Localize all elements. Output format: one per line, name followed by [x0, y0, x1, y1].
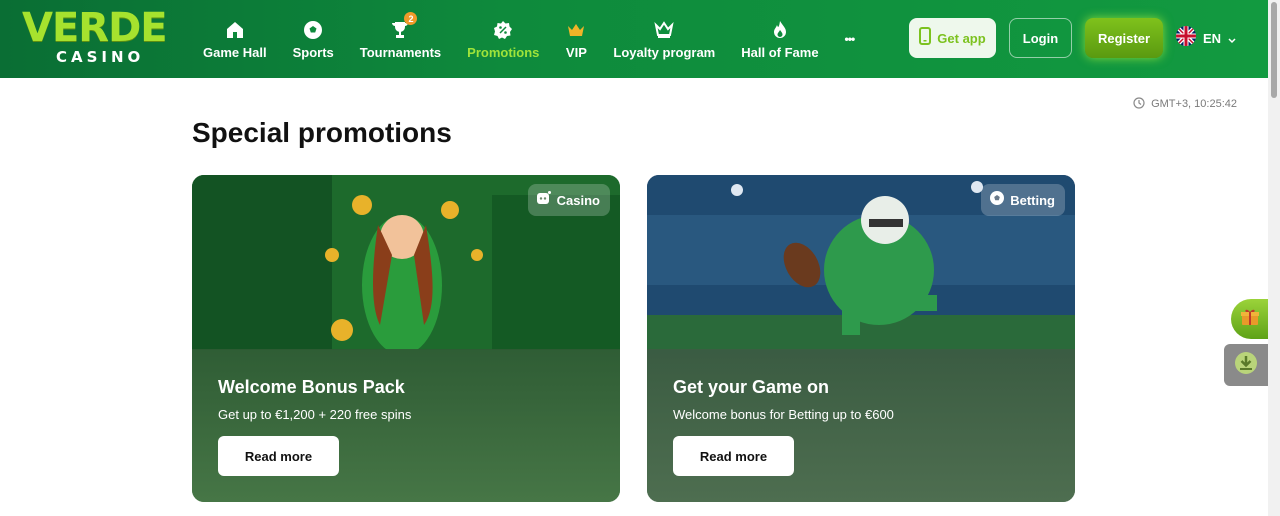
get-app-button[interactable]: Get app	[909, 18, 996, 58]
promo-card-casino[interactable]: Casino Welcome Bonus Pack Get up to €1,2…	[192, 175, 620, 502]
percent-badge-icon	[492, 19, 514, 41]
card-lower-panel	[192, 349, 620, 502]
nav-label: Sports	[292, 44, 334, 60]
card-description: Get up to €1,200 + 220 free spins	[218, 407, 412, 422]
nav-label: Tournaments	[359, 44, 442, 60]
flame-icon	[769, 19, 791, 41]
nav-hall-of-fame[interactable]: Hall of Fame	[728, 0, 831, 78]
nav-label: Promotions	[467, 44, 540, 60]
home-icon	[224, 19, 246, 41]
nav-promotions[interactable]: Promotions	[454, 0, 552, 78]
promo-card-betting[interactable]: Betting Get your Game on Welcome bonus f…	[647, 175, 1075, 502]
get-app-label: Get app	[937, 30, 986, 46]
dice-icon	[536, 190, 552, 210]
read-more-label: Read more	[699, 448, 768, 464]
clock-icon	[1133, 94, 1145, 113]
card-category-tag: Casino	[527, 184, 610, 216]
nav-label: VIP	[565, 44, 587, 60]
register-button[interactable]: Register	[1085, 18, 1163, 58]
nav-label: Hall of Fame	[741, 44, 819, 60]
top-header: VERDE CASINO Game Hall Sports 2 Tourname…	[0, 0, 1268, 78]
nav-game-hall[interactable]: Game Hall	[190, 0, 280, 78]
uk-flag-icon	[1176, 26, 1196, 50]
logo-sub: CASINO	[56, 48, 145, 66]
soccer-ball-icon	[989, 190, 1005, 210]
soccer-ball-icon	[302, 19, 324, 41]
page-title: Special promotions	[192, 117, 452, 148]
nav-more[interactable]: •••	[832, 0, 868, 78]
page-scrollbar[interactable]	[1268, 0, 1280, 516]
phone-icon	[919, 27, 932, 49]
language-label: EN	[1203, 30, 1222, 46]
card-tag-label: Betting	[1010, 192, 1055, 208]
register-label: Register	[1097, 30, 1151, 46]
server-time: GMT+3, 10:25:42	[1133, 94, 1237, 113]
main-nav: Game Hall Sports 2 Tournaments Promotion…	[190, 0, 867, 78]
nav-tournaments[interactable]: 2 Tournaments	[347, 0, 454, 78]
download-widget-button[interactable]	[1224, 344, 1268, 386]
verde-casino-logo[interactable]: VERDE CASINO	[22, 5, 176, 68]
crown-outline-icon	[653, 19, 675, 41]
logo-brand: VERDE	[22, 5, 168, 51]
time-label: GMT+3, 10:25:42	[1151, 97, 1237, 110]
card-category-tag: Betting	[981, 184, 1065, 216]
read-more-button[interactable]: Read more	[218, 436, 339, 476]
read-more-button[interactable]: Read more	[673, 436, 794, 476]
page: VERDE CASINO Game Hall Sports 2 Tourname…	[0, 0, 1280, 516]
chevron-down-icon	[1228, 29, 1236, 48]
download-icon	[1233, 350, 1259, 380]
card-title: Get your Game on	[673, 377, 830, 397]
card-description: Welcome bonus for Betting up to €600	[673, 407, 894, 422]
nav-vip[interactable]: VIP	[552, 0, 600, 78]
language-selector[interactable]: EN	[1176, 26, 1236, 50]
more-icon: •••	[844, 32, 856, 46]
nav-sports[interactable]: Sports	[280, 0, 347, 78]
login-label: Login	[1022, 30, 1059, 46]
nav-label: Loyalty program	[613, 44, 716, 60]
scrollbar-thumb[interactable]	[1271, 2, 1277, 98]
nav-loyalty[interactable]: Loyalty program	[600, 0, 728, 78]
tournaments-badge: 2	[404, 12, 418, 25]
card-lower-panel	[647, 349, 1075, 502]
gift-widget-button[interactable]	[1231, 299, 1268, 339]
read-more-label: Read more	[244, 448, 313, 464]
gift-icon	[1240, 307, 1260, 331]
nav-label: Game Hall	[203, 44, 267, 60]
crown-icon	[565, 19, 587, 41]
card-title: Welcome Bonus Pack	[218, 377, 405, 397]
login-button[interactable]: Login	[1009, 18, 1072, 58]
card-tag-label: Casino	[556, 192, 600, 208]
